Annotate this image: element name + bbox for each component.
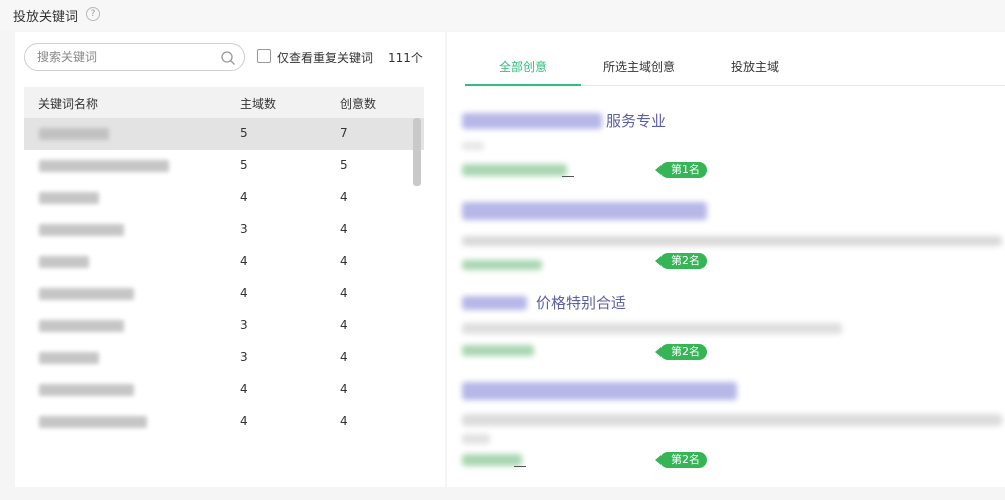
creative-desc-redacted <box>462 434 490 444</box>
rank-badge: 第1名 <box>655 162 707 178</box>
domain-count: 5 <box>240 126 248 140</box>
creative-count: 4 <box>340 254 348 268</box>
domain-count: 3 <box>240 318 248 332</box>
tab-all-creatives[interactable]: 全部创意 <box>499 58 547 75</box>
creative-title[interactable]: 服务专业 <box>606 110 666 131</box>
domain-count: 5 <box>240 158 248 172</box>
table-row[interactable]: 5 5 <box>24 150 424 182</box>
creative-count: 7 <box>340 126 348 140</box>
table-row[interactable]: 3 4 <box>24 342 424 374</box>
creative-title-redacted <box>462 202 707 220</box>
header-bar: 投放关键词 ? <box>0 0 1005 30</box>
column-header-domains[interactable]: 主域数 <box>240 95 276 112</box>
table-row[interactable]: 4 4 <box>24 278 424 310</box>
domain-count: 4 <box>240 286 248 300</box>
creative-count: 4 <box>340 318 348 332</box>
creative-panel: 全部创意 所选主域创意 投放主域 服务专业 第1名 第2名 价格特别合适 第2名… <box>447 32 1005 487</box>
creative-count: 4 <box>340 350 348 364</box>
creative-url-redacted <box>462 164 567 176</box>
creative-item: 服务专业 第1名 <box>462 108 1002 183</box>
domain-count: 4 <box>240 414 248 428</box>
creative-desc-redacted <box>462 236 1002 246</box>
duplicate-only-checkbox[interactable] <box>257 49 271 63</box>
keyword-name-redacted <box>39 352 99 364</box>
keyword-name-redacted <box>39 384 134 396</box>
creative-item: 第2名 <box>462 200 1002 275</box>
keyword-name-redacted <box>39 416 147 428</box>
table-row[interactable]: 4 4 <box>24 246 424 278</box>
creative-count: 4 <box>340 382 348 396</box>
keyword-count: 111个 <box>388 51 423 65</box>
table-row[interactable]: 3 4 <box>24 310 424 342</box>
creative-url-redacted <box>462 345 534 356</box>
creative-title-redacted <box>462 296 527 310</box>
table-row[interactable]: 5 7 <box>24 118 424 150</box>
creative-count: 4 <box>340 190 348 204</box>
creative-desc-redacted <box>462 142 484 150</box>
creative-tabs: 全部创意 所选主域创意 投放主域 <box>465 54 1005 86</box>
creative-count: 4 <box>340 286 348 300</box>
creative-title[interactable]: 价格特别合适 <box>536 292 626 313</box>
tab-selected-domain-creatives[interactable]: 所选主域创意 <box>603 58 675 75</box>
column-header-creatives[interactable]: 创意数 <box>340 95 376 112</box>
url-underline <box>562 176 574 177</box>
keyword-name-redacted <box>39 320 124 332</box>
rank-badge: 第2名 <box>655 344 707 360</box>
table-header: 关键词名称 主域数 创意数 <box>24 87 424 118</box>
search-box[interactable] <box>24 43 245 71</box>
keyword-name-redacted <box>39 288 134 300</box>
creative-title-redacted <box>462 113 602 129</box>
creative-item: 第2名 <box>462 380 1002 475</box>
rank-badge: 第2名 <box>655 253 707 269</box>
active-tab-indicator <box>465 84 581 86</box>
question-circle-icon[interactable]: ? <box>86 7 100 21</box>
creative-item: 价格特别合适 第2名 <box>462 290 1002 365</box>
creative-desc-redacted <box>462 414 1002 426</box>
table-row[interactable]: 3 4 <box>24 214 424 246</box>
table-row[interactable]: 4 4 <box>24 406 424 438</box>
duplicate-only-label[interactable]: 仅查看重复关键词 <box>277 49 373 66</box>
url-underline <box>514 466 526 467</box>
creative-count: 4 <box>340 222 348 236</box>
table-scrollbar[interactable] <box>413 118 421 186</box>
keyword-name-redacted <box>39 256 89 268</box>
keyword-name-redacted <box>39 224 124 236</box>
domain-count: 3 <box>240 350 248 364</box>
domain-count: 4 <box>240 190 248 204</box>
rank-badge: 第2名 <box>655 452 707 468</box>
creative-url-redacted <box>462 454 522 466</box>
table-row[interactable]: 4 4 <box>24 182 424 214</box>
tab-domains[interactable]: 投放主域 <box>731 58 779 75</box>
creative-url-redacted <box>462 260 542 270</box>
page-title: 投放关键词 <box>13 10 79 25</box>
keyword-name-redacted <box>39 160 169 172</box>
creative-desc-redacted <box>462 323 842 334</box>
search-input[interactable] <box>37 49 217 65</box>
creative-count: 4 <box>340 414 348 428</box>
keyword-name-redacted <box>39 192 99 204</box>
domain-count: 4 <box>240 254 248 268</box>
creative-count: 5 <box>340 158 348 172</box>
column-header-keyword[interactable]: 关键词名称 <box>38 95 98 112</box>
domain-count: 4 <box>240 382 248 396</box>
keyword-table: 关键词名称 主域数 创意数 5 7 5 5 4 4 3 4 4 4 4 4 3 … <box>24 87 424 438</box>
creative-title-redacted <box>462 382 737 400</box>
table-row[interactable]: 4 4 <box>24 374 424 406</box>
keyword-panel: 仅查看重复关键词 111个 关键词名称 主域数 创意数 5 7 5 5 4 4 … <box>15 32 445 487</box>
search-icon[interactable] <box>220 50 236 66</box>
domain-count: 3 <box>240 222 248 236</box>
keyword-name-redacted <box>39 128 109 140</box>
